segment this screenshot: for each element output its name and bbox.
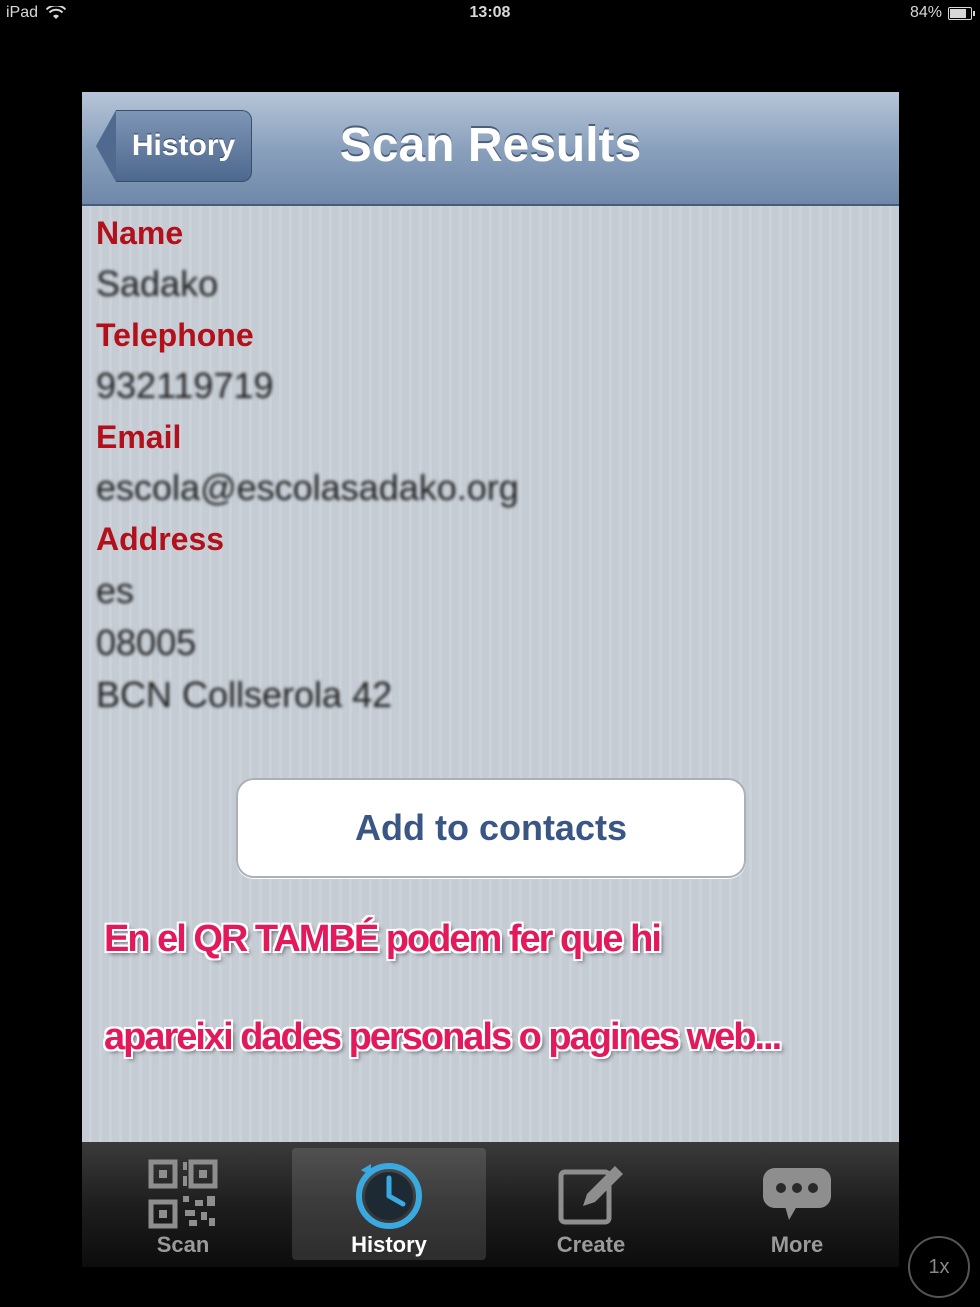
speech-bubble-icon — [763, 1168, 831, 1220]
tab-more-label: More — [770, 1232, 824, 1257]
battery-icon — [948, 6, 975, 20]
address-line: es — [96, 570, 135, 611]
contact-details: Name Sadako Telephone 932119719 Email es… — [96, 207, 899, 721]
compose-icon — [558, 1166, 623, 1225]
tab-scan[interactable]: Scan — [86, 1148, 280, 1260]
email-value: escola@escolasadako.org — [96, 467, 519, 508]
navigation-bar: History Scan Results — [82, 92, 899, 206]
battery-percent: 84% — [909, 4, 942, 21]
clock-time: 13:08 — [469, 4, 511, 21]
telephone-label: Telephone — [96, 317, 254, 353]
overlay-caption-line-1: En el QR TAMBÉ podem fer que hi — [104, 918, 662, 960]
email-label: Email — [96, 419, 182, 455]
tab-bar: Scan History Create More — [82, 1142, 899, 1267]
name-label: Name — [96, 215, 184, 251]
address-label: Address — [96, 521, 225, 557]
scan-results-screen: History Scan Results Name Sadako Telepho… — [82, 92, 899, 1142]
tab-create[interactable]: Create — [494, 1148, 688, 1260]
overlay-caption-line-2: apareixi dades personals o pagines web..… — [104, 1016, 782, 1058]
tab-history[interactable]: History — [292, 1148, 486, 1260]
qr-code-icon — [148, 1159, 218, 1229]
address-line: 08005 — [96, 622, 197, 663]
add-to-contacts-button[interactable]: Add to contacts — [236, 778, 746, 878]
telephone-value: 932119719 — [96, 365, 274, 406]
tab-create-label: Create — [556, 1232, 626, 1257]
status-bar: iPad 13:08 84% — [0, 0, 980, 26]
address-line: BCN Collserola 42 — [96, 674, 393, 715]
name-value: Sadako — [96, 263, 219, 304]
zoom-1x-button[interactable]: 1x — [908, 1236, 970, 1298]
page-title: Scan Results — [339, 119, 642, 172]
tab-more[interactable]: More — [700, 1148, 894, 1260]
tab-scan-label: Scan — [156, 1232, 210, 1257]
clock-icon — [356, 1163, 422, 1229]
tab-history-label: History — [351, 1232, 427, 1257]
